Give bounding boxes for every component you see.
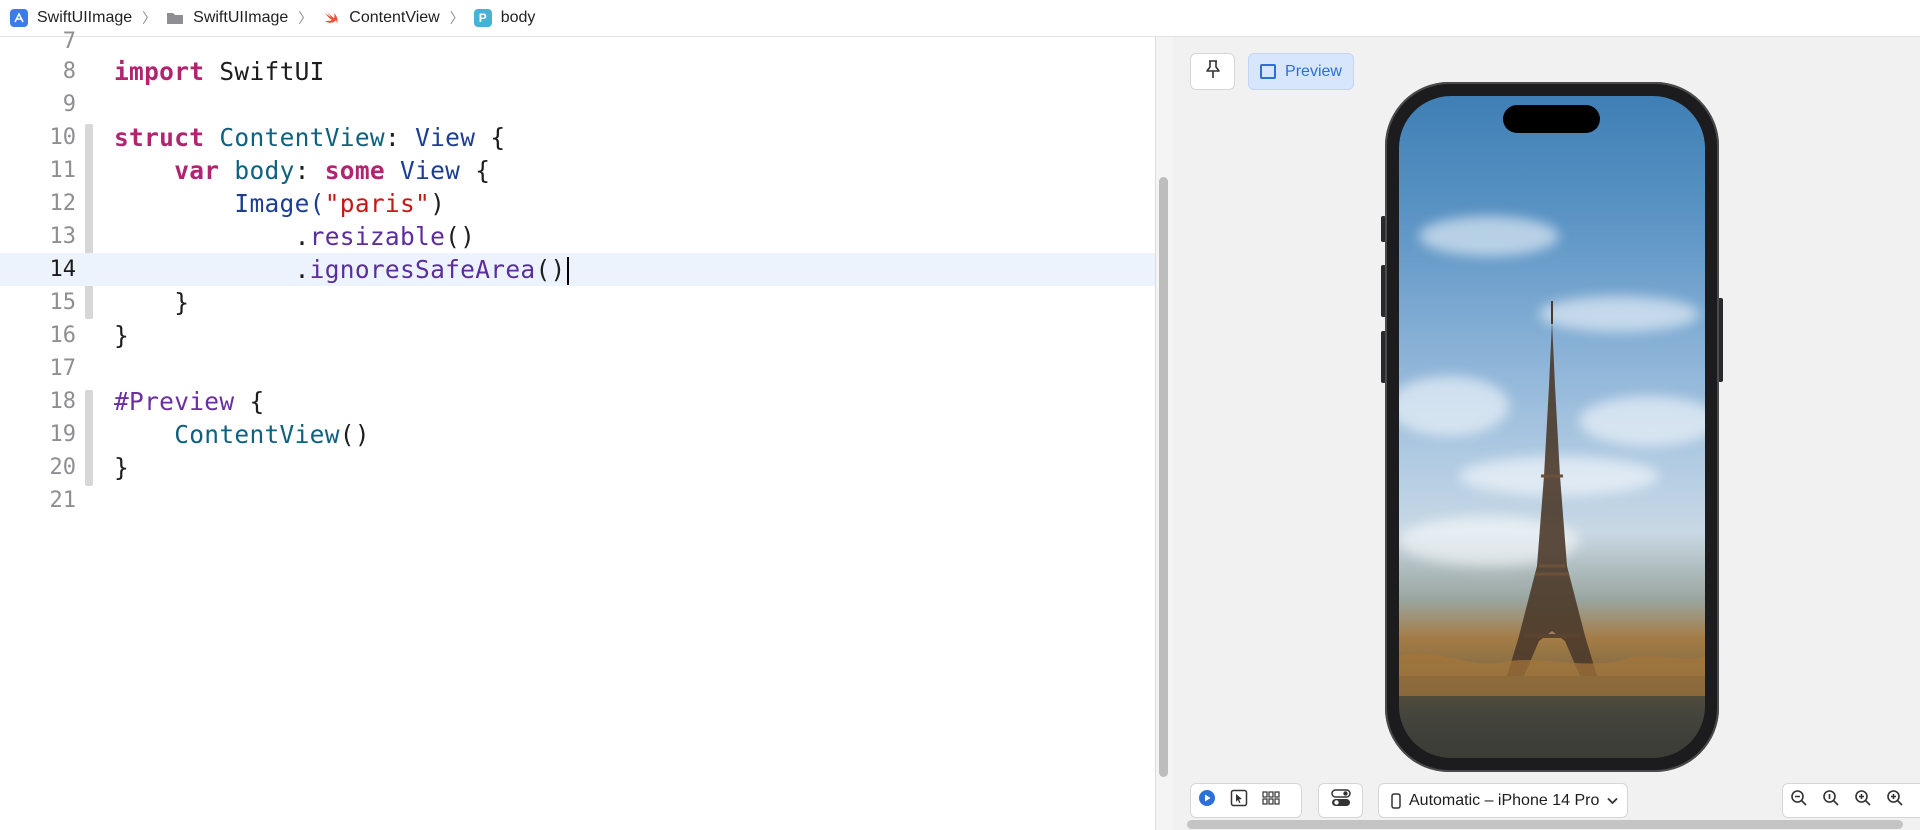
zoom-actual-button[interactable] bbox=[1815, 783, 1847, 818]
code-token: . bbox=[294, 222, 310, 251]
line-number: 20 bbox=[49, 455, 77, 480]
code-token: . bbox=[294, 255, 310, 284]
variants-grid-icon bbox=[1262, 791, 1280, 810]
text-cursor bbox=[566, 257, 569, 285]
code-token: : bbox=[294, 156, 310, 185]
code-line: 7 bbox=[0, 25, 1155, 58]
code-token: resizable bbox=[309, 222, 446, 251]
iphone-icon bbox=[1391, 792, 1401, 809]
line-number: 15 bbox=[49, 290, 77, 315]
preview-screen-image bbox=[1399, 96, 1705, 758]
code-token: } bbox=[114, 321, 130, 350]
code-line: 18 #Preview { bbox=[0, 385, 1155, 418]
code-line: 15 } bbox=[0, 286, 1155, 319]
pin-preview-button[interactable] bbox=[1190, 53, 1235, 90]
line-number: 21 bbox=[49, 488, 77, 513]
code-line: 11 var body: some View { bbox=[0, 154, 1155, 187]
code-token: () bbox=[535, 255, 566, 284]
code-line: 17 bbox=[0, 352, 1155, 385]
code-line: 21 bbox=[0, 484, 1155, 517]
code-token: "paris" bbox=[324, 189, 431, 218]
code-line: 12 Image("paris") bbox=[0, 187, 1155, 220]
pin-icon bbox=[1205, 59, 1221, 84]
code-token: struct bbox=[114, 123, 205, 152]
selectable-mode-button[interactable] bbox=[1223, 783, 1255, 818]
line-number: 9 bbox=[62, 92, 76, 117]
code-line: 8 import SwiftUI bbox=[0, 55, 1155, 88]
chevron-down-icon bbox=[1607, 797, 1618, 805]
zoom-actual-icon bbox=[1822, 789, 1840, 812]
preview-label: Preview bbox=[1285, 62, 1342, 80]
code-line: 19 ContentView() bbox=[0, 418, 1155, 451]
line-number: 7 bbox=[62, 29, 76, 54]
code-token: SwiftUI bbox=[219, 57, 325, 86]
zoom-in-button[interactable] bbox=[1847, 783, 1879, 818]
code-token: #Preview bbox=[114, 387, 235, 416]
zoom-out-button[interactable] bbox=[1783, 783, 1815, 818]
device-settings-button[interactable] bbox=[1318, 783, 1363, 818]
code-editor[interactable]: 7 8 import SwiftUI 9 10 struct ContentVi… bbox=[0, 29, 1155, 830]
zoom-in-icon bbox=[1854, 789, 1872, 812]
preview-mode-button[interactable]: Preview bbox=[1248, 53, 1354, 90]
code-token: some bbox=[324, 156, 385, 185]
editor-scrollbar[interactable] bbox=[1159, 177, 1168, 777]
line-number: 10 bbox=[49, 125, 77, 150]
line-number: 17 bbox=[49, 356, 77, 381]
code-token: { bbox=[249, 387, 265, 416]
dynamic-island bbox=[1503, 105, 1600, 133]
code-line-current: 14 .ignoresSafeArea() bbox=[0, 253, 1155, 286]
code-token: () bbox=[445, 222, 476, 251]
code-token: : bbox=[384, 123, 400, 152]
zoom-out-icon bbox=[1790, 789, 1808, 812]
device-picker[interactable]: Automatic – iPhone 14 Pro bbox=[1378, 783, 1628, 818]
code-token: ignoresSafeArea bbox=[309, 255, 536, 284]
code-token: () bbox=[339, 420, 370, 449]
live-mode-button[interactable] bbox=[1191, 783, 1223, 818]
eiffel-tower-icon bbox=[1399, 301, 1705, 758]
zoom-fit-button[interactable] bbox=[1879, 783, 1911, 818]
code-line: 20 } bbox=[0, 451, 1155, 484]
preview-icon bbox=[1260, 64, 1277, 79]
code-token: } bbox=[114, 453, 130, 482]
line-number: 19 bbox=[49, 422, 77, 447]
line-number: 13 bbox=[49, 224, 77, 249]
line-number: 18 bbox=[49, 389, 77, 414]
code-token: } bbox=[174, 288, 190, 317]
device-label: Automatic – iPhone 14 Pro bbox=[1409, 791, 1600, 809]
line-number: 14 bbox=[49, 257, 77, 282]
code-token: ) bbox=[430, 189, 446, 218]
device-settings-icon bbox=[1330, 789, 1351, 812]
zoom-fit-icon bbox=[1886, 789, 1904, 812]
code-token: View bbox=[415, 123, 476, 152]
code-token: ContentView bbox=[219, 123, 385, 152]
code-token: body bbox=[234, 156, 295, 185]
preview-mode-toolbar bbox=[1190, 783, 1302, 818]
line-number: 11 bbox=[49, 158, 77, 183]
code-token: import bbox=[114, 57, 205, 86]
code-token: ContentView bbox=[174, 420, 340, 449]
code-token: { bbox=[490, 123, 506, 152]
code-token: var bbox=[174, 156, 220, 185]
code-token: { bbox=[475, 156, 491, 185]
line-number: 12 bbox=[49, 191, 77, 216]
code-line: 16 } bbox=[0, 319, 1155, 352]
code-line: 13 .resizable() bbox=[0, 220, 1155, 253]
code-token: Image( bbox=[234, 189, 325, 218]
code-token: View bbox=[400, 156, 461, 185]
code-line: 10 struct ContentView: View { bbox=[0, 121, 1155, 154]
canvas-scrollbar[interactable] bbox=[1187, 820, 1903, 829]
code-line: 9 bbox=[0, 88, 1155, 121]
selectable-cursor-icon bbox=[1230, 789, 1248, 812]
line-number: 8 bbox=[62, 59, 76, 84]
variants-button[interactable] bbox=[1255, 783, 1287, 818]
live-play-icon bbox=[1198, 789, 1216, 812]
zoom-toolbar bbox=[1782, 783, 1920, 818]
line-number: 16 bbox=[49, 323, 77, 348]
